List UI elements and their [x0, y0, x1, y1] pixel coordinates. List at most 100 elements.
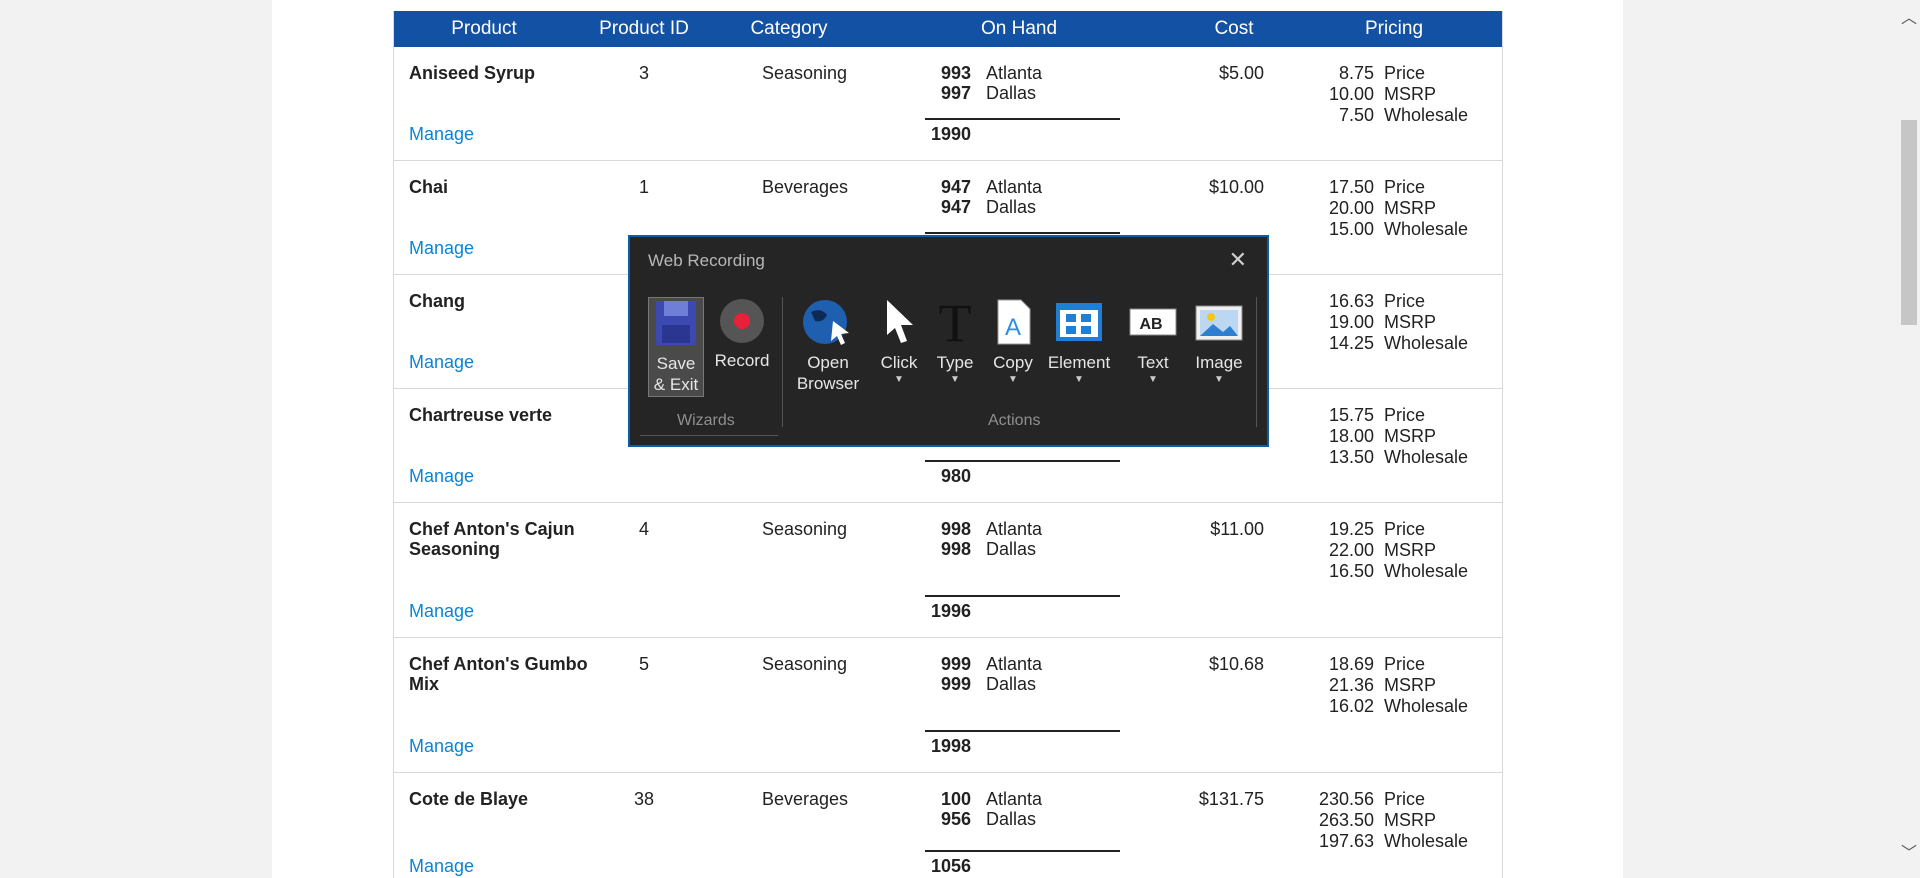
save-exit-button[interactable]: Save & Exit	[648, 297, 704, 397]
close-icon[interactable]: ✕	[1229, 247, 1247, 273]
manage-link[interactable]: Manage	[409, 124, 474, 145]
record-icon	[720, 299, 764, 343]
price-label: MSRP	[1384, 675, 1437, 695]
manage-link[interactable]: Manage	[409, 736, 474, 757]
text-dropdown-icon[interactable]: ▼	[1124, 375, 1182, 385]
copy-dropdown-icon[interactable]: ▼	[988, 375, 1038, 385]
product-id: 4	[638, 519, 649, 539]
price-label: MSRP	[1384, 312, 1437, 332]
price-label: Price	[1384, 177, 1426, 197]
text-field-icon: AB	[1129, 308, 1177, 336]
price-label: Price	[1384, 654, 1426, 674]
click-button[interactable]: Click ▼	[874, 297, 924, 385]
type-label: Type	[936, 353, 974, 372]
total-divider	[925, 730, 1120, 732]
product-name-line2: Mix	[409, 674, 440, 694]
scroll-down-icon[interactable]: ﹀	[1900, 845, 1918, 863]
header-category[interactable]: Category	[729, 18, 849, 40]
price-label: Wholesale	[1384, 561, 1469, 581]
price-value: 16.02	[1328, 696, 1374, 716]
save-label-line2: & Exit	[653, 375, 699, 394]
open-browser-button[interactable]: Open Browser	[788, 297, 868, 394]
scroll-up-icon[interactable]: ︿	[1900, 10, 1918, 28]
wizards-group-label: Wizards	[677, 412, 735, 429]
category: Seasoning	[762, 519, 848, 539]
header-cost[interactable]: Cost	[1184, 18, 1284, 40]
element-grid-icon	[1056, 303, 1102, 341]
element-dropdown-icon[interactable]: ▼	[1046, 375, 1112, 385]
element-button[interactable]: Element ▼	[1046, 297, 1112, 385]
floppy-disk-icon	[656, 301, 696, 345]
text-button[interactable]: AB Text ▼	[1124, 297, 1182, 385]
price-value: 8.75	[1338, 63, 1374, 83]
price-label: Wholesale	[1384, 333, 1469, 353]
price-label: Price	[1384, 405, 1426, 425]
price-value: 230.56	[1318, 789, 1374, 809]
manage-link[interactable]: Manage	[409, 601, 474, 622]
category: Seasoning	[762, 654, 848, 674]
type-dropdown-icon[interactable]: ▼	[932, 375, 978, 385]
svg-text:AB: AB	[1139, 316, 1162, 333]
cost: $10.00	[1208, 177, 1264, 197]
price-label: Price	[1384, 63, 1426, 83]
category: Beverages	[762, 177, 849, 197]
price-value: 17.50	[1328, 177, 1374, 197]
total-divider	[925, 118, 1120, 120]
product-id: 3	[638, 63, 649, 83]
record-button[interactable]: Record	[714, 297, 770, 371]
qty-dallas: 956	[940, 809, 971, 829]
price-label: MSRP	[1384, 426, 1437, 446]
category: Seasoning	[762, 63, 848, 83]
click-dropdown-icon[interactable]: ▼	[874, 375, 924, 385]
location-atlanta: Atlanta	[986, 789, 1043, 809]
price-value: 21.36	[1328, 675, 1374, 695]
manage-link[interactable]: Manage	[409, 466, 474, 487]
location-atlanta: Atlanta	[986, 63, 1043, 83]
on-hand-total: 1990	[930, 124, 971, 144]
price-value: 15.75	[1328, 405, 1374, 425]
manage-link[interactable]: Manage	[409, 352, 474, 373]
table-row: Chef Anton's Gumbo Mix 5 Seasoning 999 999 Atl…	[394, 638, 1502, 773]
price-value: 16.50	[1328, 561, 1374, 581]
product-name: Chef Anton's Gumbo	[409, 654, 588, 674]
price-value: 19.25	[1328, 519, 1374, 539]
header-on-hand[interactable]: On Hand	[954, 18, 1084, 40]
copy-button[interactable]: A Copy ▼	[988, 297, 1038, 385]
cursor-arrow-icon	[887, 300, 913, 343]
price-value: 7.50	[1338, 105, 1374, 125]
text-label: Text	[1137, 353, 1169, 372]
image-dropdown-icon[interactable]: ▼	[1188, 375, 1250, 385]
product-name: Chang	[409, 291, 465, 311]
scrollbar-thumb[interactable]	[1901, 120, 1917, 325]
header-product[interactable]: Product	[434, 18, 534, 40]
price-value: 15.00	[1328, 219, 1374, 239]
qty-atlanta: 947	[940, 177, 971, 197]
qty-atlanta: 998	[940, 519, 971, 539]
qty-dallas: 997	[940, 83, 971, 103]
image-button[interactable]: Image ▼	[1188, 297, 1250, 385]
category: Beverages	[762, 789, 849, 809]
image-label: Image	[1195, 353, 1243, 372]
copy-document-icon: A	[997, 299, 1031, 345]
price-label: Price	[1384, 291, 1426, 311]
manage-link[interactable]: Manage	[409, 856, 474, 877]
price-value: 20.00	[1328, 198, 1374, 218]
product-name-line2: Seasoning	[409, 539, 501, 559]
cost: $11.00	[1210, 519, 1264, 539]
header-product-id[interactable]: Product ID	[584, 18, 704, 40]
table-row: Aniseed Syrup 3 Seasoning 993 997 Atlanta Dall…	[394, 47, 1502, 161]
qty-dallas: 998	[940, 539, 971, 559]
type-button[interactable]: T Type ▼	[932, 293, 978, 385]
manage-link[interactable]: Manage	[409, 238, 474, 259]
product-id: 1	[638, 177, 649, 197]
scrollbar[interactable]: ︿ ﹀	[1898, 0, 1920, 878]
on-hand-total: 1998	[930, 736, 971, 756]
header-pricing[interactable]: Pricing	[1324, 18, 1464, 40]
open-browser-line2: Browser	[796, 374, 860, 393]
cost: $10.68	[1208, 654, 1264, 674]
price-label: Price	[1384, 789, 1426, 809]
price-value: 10.00	[1328, 84, 1374, 104]
location-dallas: Dallas	[986, 809, 1037, 829]
product-name: Chef Anton's Cajun	[409, 519, 575, 539]
price-label: Wholesale	[1384, 105, 1469, 125]
